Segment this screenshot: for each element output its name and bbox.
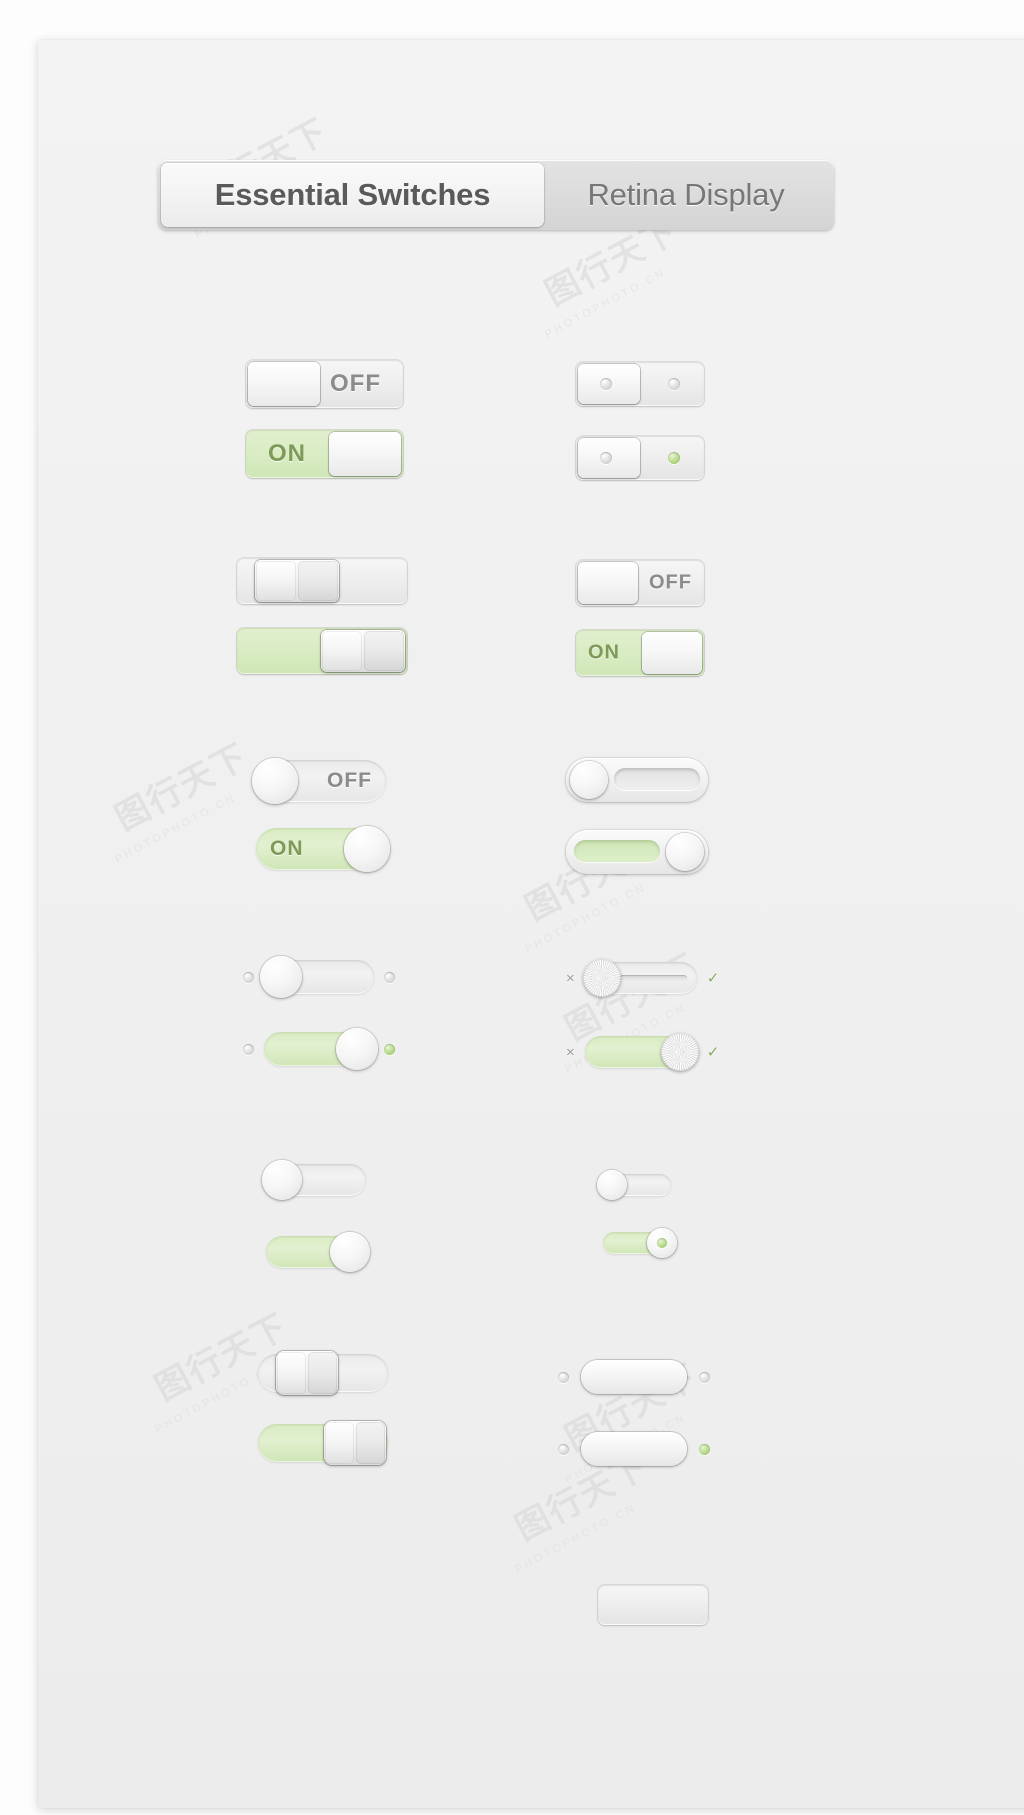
led-right-icon bbox=[668, 452, 680, 464]
led-left-icon bbox=[558, 1371, 569, 1383]
switch-g2-left-on[interactable] bbox=[237, 628, 407, 674]
switch-g5-right-on[interactable] bbox=[603, 1228, 677, 1258]
switch-g1-right-on[interactable] bbox=[576, 436, 704, 480]
led-left-icon bbox=[243, 971, 254, 983]
check-icon: ✓ bbox=[706, 1044, 720, 1061]
metal-knob[interactable] bbox=[660, 1033, 699, 1071]
switch-g6-right-on[interactable] bbox=[558, 1432, 710, 1466]
switch-g1-right-off[interactable] bbox=[576, 362, 704, 406]
switch-g4-left-on[interactable] bbox=[243, 1028, 395, 1070]
switch-g2-right-off[interactable]: OFF bbox=[576, 560, 704, 606]
switch-g4-left-off[interactable] bbox=[243, 956, 395, 998]
led-right-icon bbox=[699, 1443, 710, 1455]
led-left-icon bbox=[558, 1443, 569, 1455]
split-knob[interactable] bbox=[321, 630, 405, 672]
switch-g4-right-on[interactable]: × ✓ bbox=[566, 1033, 720, 1071]
switch-label: ON bbox=[268, 440, 306, 467]
led-right-icon bbox=[384, 971, 395, 983]
cross-icon: × bbox=[566, 969, 575, 987]
switch-bottom-partial[interactable] bbox=[598, 1585, 708, 1625]
switch-g3-left-on[interactable]: ON bbox=[256, 826, 390, 872]
led-left-icon bbox=[243, 1043, 254, 1055]
switch-g3-right-on[interactable] bbox=[566, 830, 708, 874]
led-right-icon bbox=[699, 1371, 710, 1383]
page-canvas: 图行天下 PHOTOPHOTO.CN 图行天下 PHOTOPHOTO.CN 图行… bbox=[0, 0, 1024, 1815]
switch-label: OFF bbox=[327, 769, 372, 792]
card-inner: 图行天下 PHOTOPHOTO.CN 图行天下 PHOTOPHOTO.CN 图行… bbox=[38, 40, 926, 1808]
switch-label: OFF bbox=[649, 571, 692, 594]
switch-g3-left-off[interactable]: OFF bbox=[252, 758, 386, 804]
led-right-icon bbox=[668, 378, 680, 390]
switch-label: ON bbox=[270, 837, 304, 860]
switch-g5-right-off[interactable] bbox=[597, 1170, 671, 1200]
switch-g6-right-off[interactable] bbox=[558, 1360, 710, 1394]
switch-g1-left-on[interactable]: ON bbox=[246, 430, 403, 478]
switch-g5-left-off[interactable] bbox=[262, 1160, 366, 1200]
switch-g5-left-on[interactable] bbox=[266, 1232, 370, 1272]
switch-g2-left-off[interactable] bbox=[237, 558, 407, 604]
switch-g1-left-off[interactable]: OFF bbox=[246, 360, 403, 408]
metal-knob[interactable] bbox=[582, 959, 621, 997]
check-icon: ✓ bbox=[706, 970, 720, 987]
led-left-icon bbox=[600, 452, 612, 464]
switch-grid: OFF ON OFF ON OFF ON × ✓ × ✓ bbox=[38, 40, 926, 1808]
split-knob[interactable] bbox=[255, 560, 339, 602]
switch-g6-left-on[interactable] bbox=[258, 1421, 388, 1465]
switch-g6-left-off[interactable] bbox=[258, 1351, 388, 1395]
switch-label: OFF bbox=[330, 370, 381, 397]
led-left-icon bbox=[600, 378, 612, 390]
led-right-icon bbox=[384, 1043, 395, 1055]
cross-icon: × bbox=[566, 1043, 575, 1061]
switch-g2-right-on[interactable]: ON bbox=[576, 630, 704, 676]
switch-g4-right-off[interactable]: × ✓ bbox=[566, 959, 720, 997]
split-knob[interactable] bbox=[276, 1351, 338, 1395]
switch-kit-card: 图行天下 PHOTOPHOTO.CN 图行天下 PHOTOPHOTO.CN 图行… bbox=[38, 40, 1024, 1808]
switch-g3-right-off[interactable] bbox=[566, 758, 708, 802]
switch-label: ON bbox=[588, 641, 620, 664]
split-knob[interactable] bbox=[324, 1421, 386, 1465]
